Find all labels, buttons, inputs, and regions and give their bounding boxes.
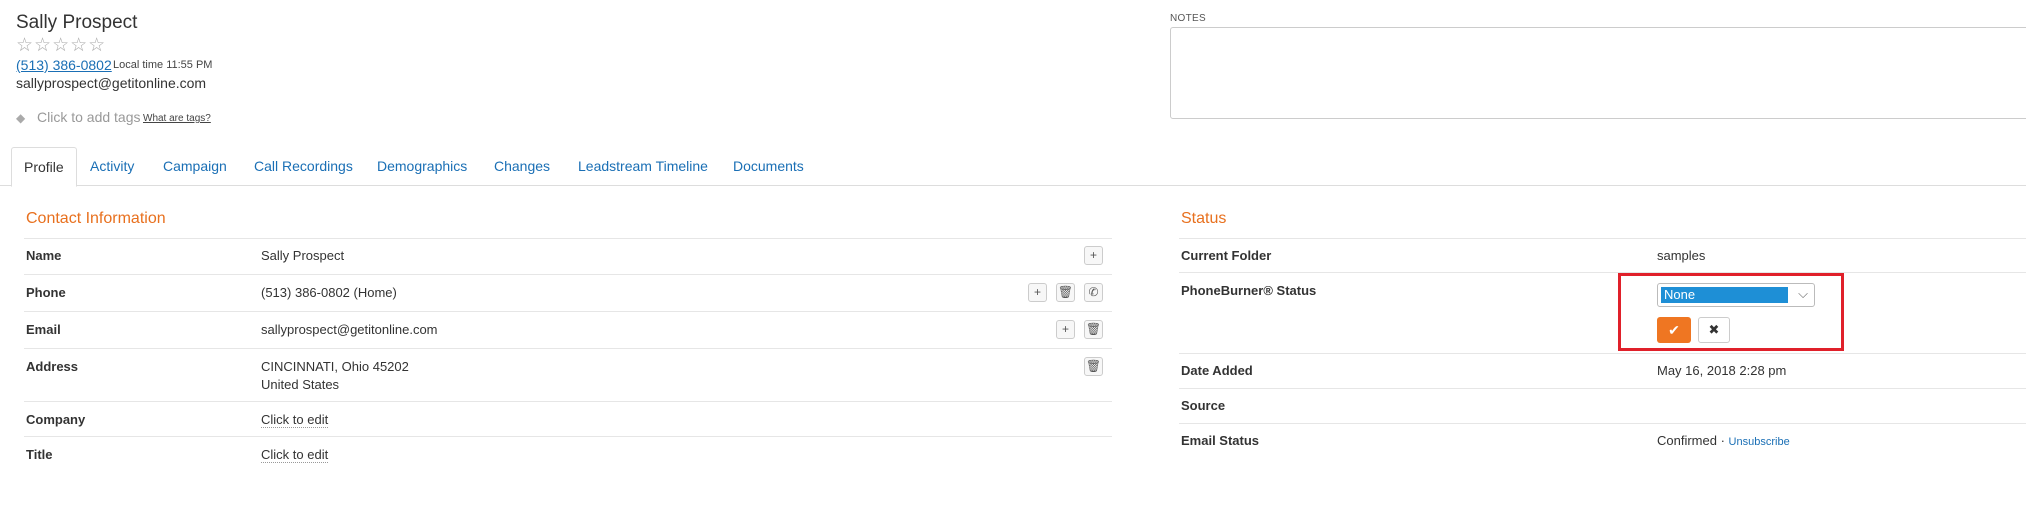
plus-icon: +	[1089, 248, 1097, 262]
title-value[interactable]: Click to edit	[261, 447, 329, 463]
trash-icon: 🗑	[1085, 359, 1102, 373]
add-phone-button[interactable]: +	[1028, 283, 1047, 302]
delete-phone-button[interactable]: 🗑	[1056, 283, 1075, 302]
close-icon: ✖	[1708, 322, 1720, 337]
notes-label: NOTES	[1170, 13, 1206, 24]
chevron-down-icon: ⌵	[1798, 286, 1808, 301]
phone-icon: ✆	[1088, 285, 1099, 299]
trash-icon: 🗑	[1085, 322, 1102, 336]
phone-link[interactable]: (513) 386-0802	[16, 57, 112, 73]
cancel-button[interactable]: ✖	[1698, 317, 1730, 343]
divider	[1179, 353, 2026, 354]
contact-email: sallyprospect@getitonline.com	[16, 75, 207, 91]
tab-documents[interactable]: Documents	[721, 147, 816, 184]
add-name-button[interactable]: +	[1084, 246, 1103, 265]
title-label: Title	[26, 447, 53, 462]
what-are-tags-link[interactable]: What are tags?	[143, 113, 211, 124]
phone-value[interactable]: (513) 386-0802 (Home)	[261, 285, 397, 300]
tab-leadstream-timeline[interactable]: Leadstream Timeline	[566, 147, 720, 184]
pb-status-label: PhoneBurner® Status	[1181, 283, 1317, 298]
call-phone-button[interactable]: ✆	[1084, 283, 1103, 302]
name-label: Name	[26, 248, 62, 263]
star-rating[interactable]: ☆☆☆☆☆	[16, 34, 106, 57]
tab-call-recordings[interactable]: Call Recordings	[242, 147, 365, 184]
email-value[interactable]: sallyprospect@getitonline.com	[261, 322, 438, 337]
divider	[1179, 238, 2026, 239]
tag-icon: ◆	[16, 111, 26, 125]
divider	[24, 238, 1112, 239]
check-icon: ✔	[1668, 322, 1680, 338]
divider	[1179, 272, 2026, 273]
tab-activity[interactable]: Activity	[78, 147, 146, 184]
email-label: Email	[26, 322, 61, 337]
current-folder-value: samples	[1657, 248, 1706, 263]
source-label: Source	[1181, 398, 1226, 413]
local-time: Local time 11:55 PM	[113, 59, 213, 71]
divider	[24, 311, 1112, 312]
pb-status-select[interactable]: None ⌵	[1657, 283, 1815, 307]
contact-info-title: Contact Information	[26, 210, 166, 227]
date-added-label: Date Added	[1181, 363, 1253, 378]
confirm-button[interactable]: ✔	[1657, 317, 1691, 343]
add-tags-input[interactable]: Click to add tags	[37, 109, 141, 125]
tab-profile[interactable]: Profile	[11, 147, 77, 187]
trash-icon: 🗑	[1057, 285, 1074, 299]
date-added-value: May 16, 2018 2:28 pm	[1657, 363, 1787, 378]
name-value[interactable]: Sally Prospect	[261, 248, 344, 263]
phone-label: Phone	[26, 285, 66, 300]
plus-icon: +	[1033, 285, 1041, 299]
status-title: Status	[1181, 210, 1227, 227]
tab-demographics[interactable]: Demographics	[365, 147, 479, 184]
address-line1[interactable]: CINCINNATI, Ohio 45202	[261, 359, 409, 374]
tab-campaign[interactable]: Campaign	[151, 147, 239, 184]
divider	[24, 401, 1112, 402]
unsubscribe-link[interactable]: Unsubscribe	[1729, 436, 1790, 448]
company-label: Company	[26, 412, 86, 427]
pb-status-selected: None	[1661, 287, 1788, 303]
delete-address-button[interactable]: 🗑	[1084, 357, 1103, 376]
contact-name: Sally Prospect	[16, 12, 138, 33]
company-value[interactable]: Click to edit	[261, 412, 329, 428]
add-email-button[interactable]: +	[1056, 320, 1075, 339]
divider	[1179, 423, 2026, 424]
email-status-row: Confirmed · Unsubscribe	[1657, 433, 1790, 448]
plus-icon: +	[1061, 322, 1069, 336]
email-status-label: Email Status	[1181, 433, 1260, 448]
tab-bar: Profile Activity Campaign Call Recording…	[0, 147, 2026, 187]
notes-textarea[interactable]	[1170, 27, 2026, 119]
tab-changes[interactable]: Changes	[482, 147, 562, 184]
email-status-value: Confirmed ·	[1657, 433, 1725, 448]
divider	[24, 348, 1112, 349]
divider	[1179, 388, 2026, 389]
address-country[interactable]: United States	[261, 377, 339, 392]
divider	[24, 436, 1112, 437]
divider	[24, 274, 1112, 275]
current-folder-label: Current Folder	[1181, 248, 1272, 263]
address-label: Address	[26, 359, 79, 374]
delete-email-button[interactable]: 🗑	[1084, 320, 1103, 339]
